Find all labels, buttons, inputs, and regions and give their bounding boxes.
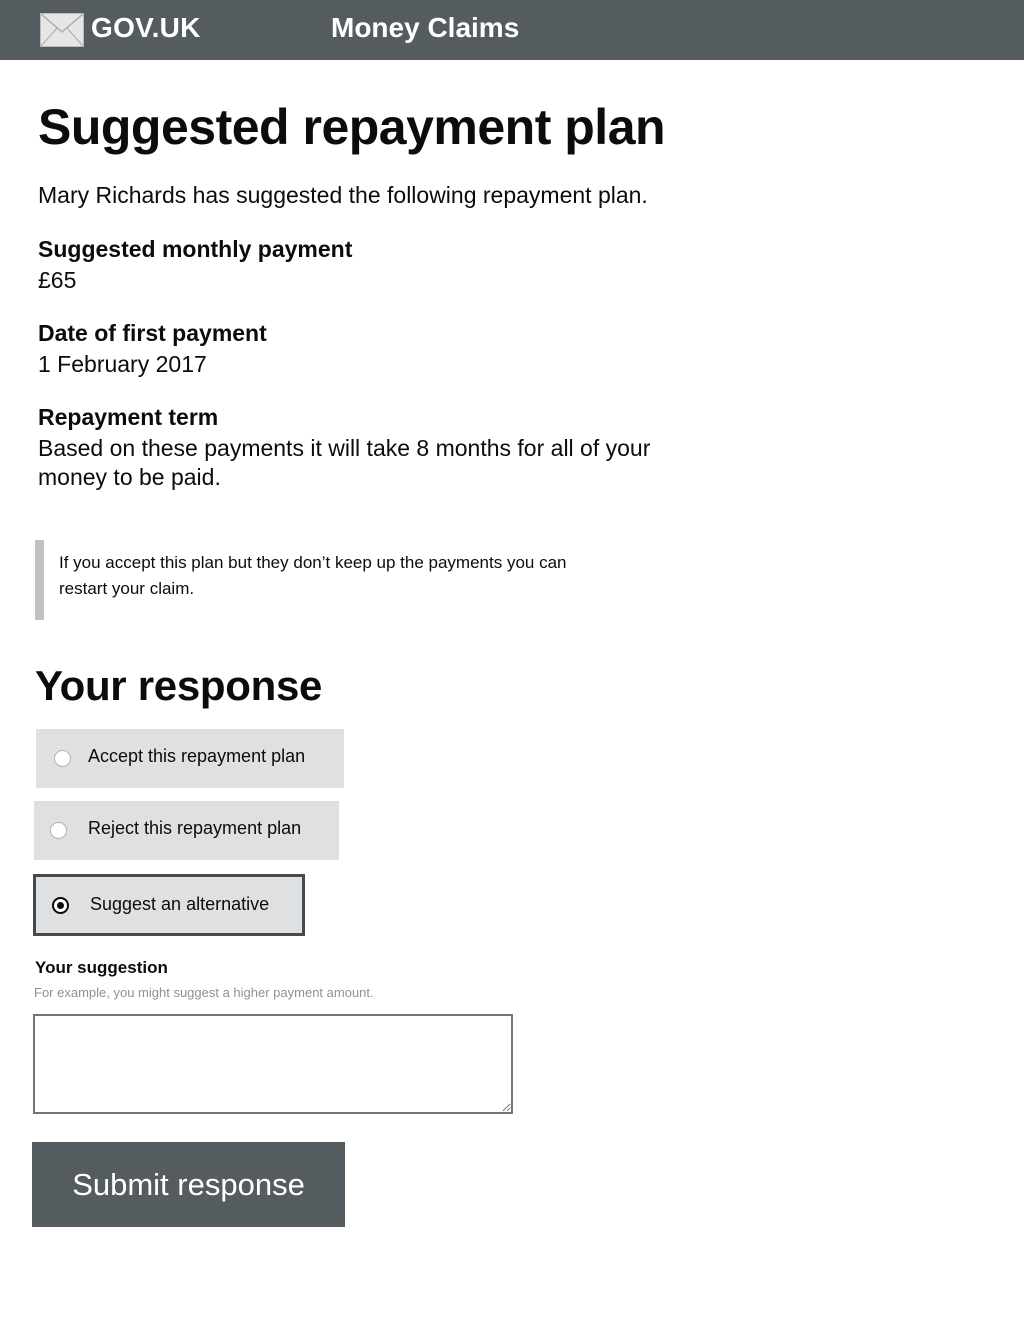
monthly-payment-label: Suggested monthly payment [38,236,353,262]
first-payment-label: Date of first payment [38,320,267,346]
envelope-icon[interactable] [40,13,84,47]
radio-label[interactable]: Accept this repayment plan [88,746,305,767]
service-name-link[interactable]: Money Claims [331,12,519,44]
suggestion-hint: For example, you might suggest a higher … [34,985,374,1000]
radio-button-icon[interactable] [50,822,67,839]
radio-suggest-alternative[interactable]: Suggest an alternative [33,874,305,936]
inset-notice: If you accept this plan but they don’t k… [35,540,595,620]
monthly-payment-value: £65 [38,267,77,293]
page-title: Suggested repayment plan [38,99,666,155]
suggestion-textarea[interactable] [33,1014,513,1114]
govuk-logo-link[interactable]: GOV.UK [91,12,201,44]
radio-button-icon[interactable] [54,750,71,767]
radio-label[interactable]: Suggest an alternative [90,894,269,915]
repayment-term-value: Based on these payments it will take 8 m… [38,435,651,490]
radio-reject-plan[interactable]: Reject this repayment plan [34,801,339,860]
site-header: GOV.UK Money Claims [0,0,1024,60]
response-heading: Your response [35,662,323,709]
submit-response-button[interactable]: Submit response [32,1142,345,1227]
radio-label[interactable]: Reject this repayment plan [88,818,301,839]
radio-button-selected-icon[interactable] [52,897,69,914]
first-payment-value: 1 February 2017 [38,351,207,377]
suggestion-label: Your suggestion [35,958,168,977]
intro-text: Mary Richards has suggested the followin… [38,182,648,208]
repayment-term-label: Repayment term [38,404,219,430]
inset-text: If you accept this plan but they don’t k… [59,553,567,598]
radio-accept-plan[interactable]: Accept this repayment plan [36,729,344,788]
